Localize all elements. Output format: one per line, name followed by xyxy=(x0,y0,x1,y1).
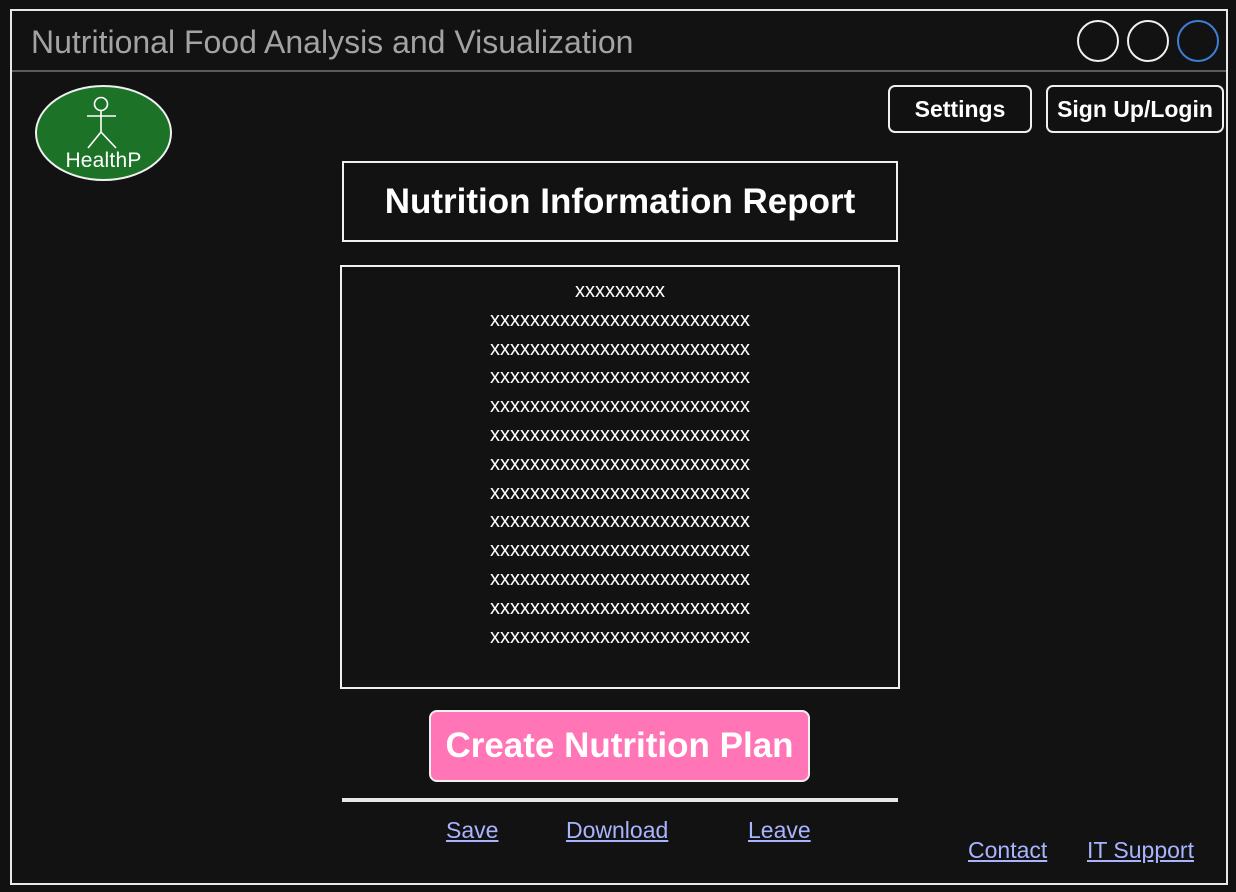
download-link[interactable]: Download xyxy=(566,817,668,844)
report-line: xxxxxxxxxxxxxxxxxxxxxxxxxx xyxy=(490,452,750,475)
report-line: xxxxxxxxx xyxy=(575,280,665,302)
window-control-circle-3[interactable] xyxy=(1177,20,1219,62)
report-content: xxxxxxxxx xxxxxxxxxxxxxxxxxxxxxxxxxx xxx… xyxy=(340,265,900,689)
leave-link[interactable]: Leave xyxy=(748,817,811,844)
signup-login-button[interactable]: Sign Up/Login xyxy=(1046,85,1224,133)
contact-link[interactable]: Contact xyxy=(968,837,1047,864)
report-line: xxxxxxxxxxxxxxxxxxxxxxxxxx xyxy=(490,539,750,562)
title-bar: Nutritional Food Analysis and Visualizat… xyxy=(12,11,1226,72)
report-line: xxxxxxxxxxxxxxxxxxxxxxxxxx xyxy=(490,625,750,648)
report-title-box: Nutrition Information Report xyxy=(342,161,898,242)
app-title: Nutritional Food Analysis and Visualizat… xyxy=(31,24,634,60)
report-line: xxxxxxxxxxxxxxxxxxxxxxxxxx xyxy=(490,366,750,389)
report-line: xxxxxxxxxxxxxxxxxxxxxxxxxx xyxy=(490,337,750,360)
app-window: Nutritional Food Analysis and Visualizat… xyxy=(10,9,1228,885)
save-link[interactable]: Save xyxy=(446,817,498,844)
create-nutrition-plan-button[interactable]: Create Nutrition Plan xyxy=(429,710,810,782)
report-line: xxxxxxxxxxxxxxxxxxxxxxxxxx xyxy=(490,596,750,619)
logo-text: HealthP xyxy=(65,149,142,172)
window-control-circle-1[interactable] xyxy=(1077,20,1119,62)
report-line: xxxxxxxxxxxxxxxxxxxxxxxxxx xyxy=(490,510,750,533)
report-line: xxxxxxxxxxxxxxxxxxxxxxxxxx xyxy=(490,395,750,418)
report-line: xxxxxxxxxxxxxxxxxxxxxxxxxx xyxy=(490,481,750,504)
report-line: xxxxxxxxxxxxxxxxxxxxxxxxxx xyxy=(490,423,750,446)
report-line: xxxxxxxxxxxxxxxxxxxxxxxxxx xyxy=(490,308,750,331)
it-support-link[interactable]: IT Support xyxy=(1087,837,1194,864)
report-line: xxxxxxxxxxxxxxxxxxxxxxxxxx xyxy=(490,567,750,590)
window-control-circle-2[interactable] xyxy=(1127,20,1169,62)
report-title: Nutrition Information Report xyxy=(384,181,856,221)
healthp-logo: HealthP xyxy=(35,85,172,181)
settings-button[interactable]: Settings xyxy=(888,85,1032,133)
footer-divider xyxy=(342,798,898,802)
